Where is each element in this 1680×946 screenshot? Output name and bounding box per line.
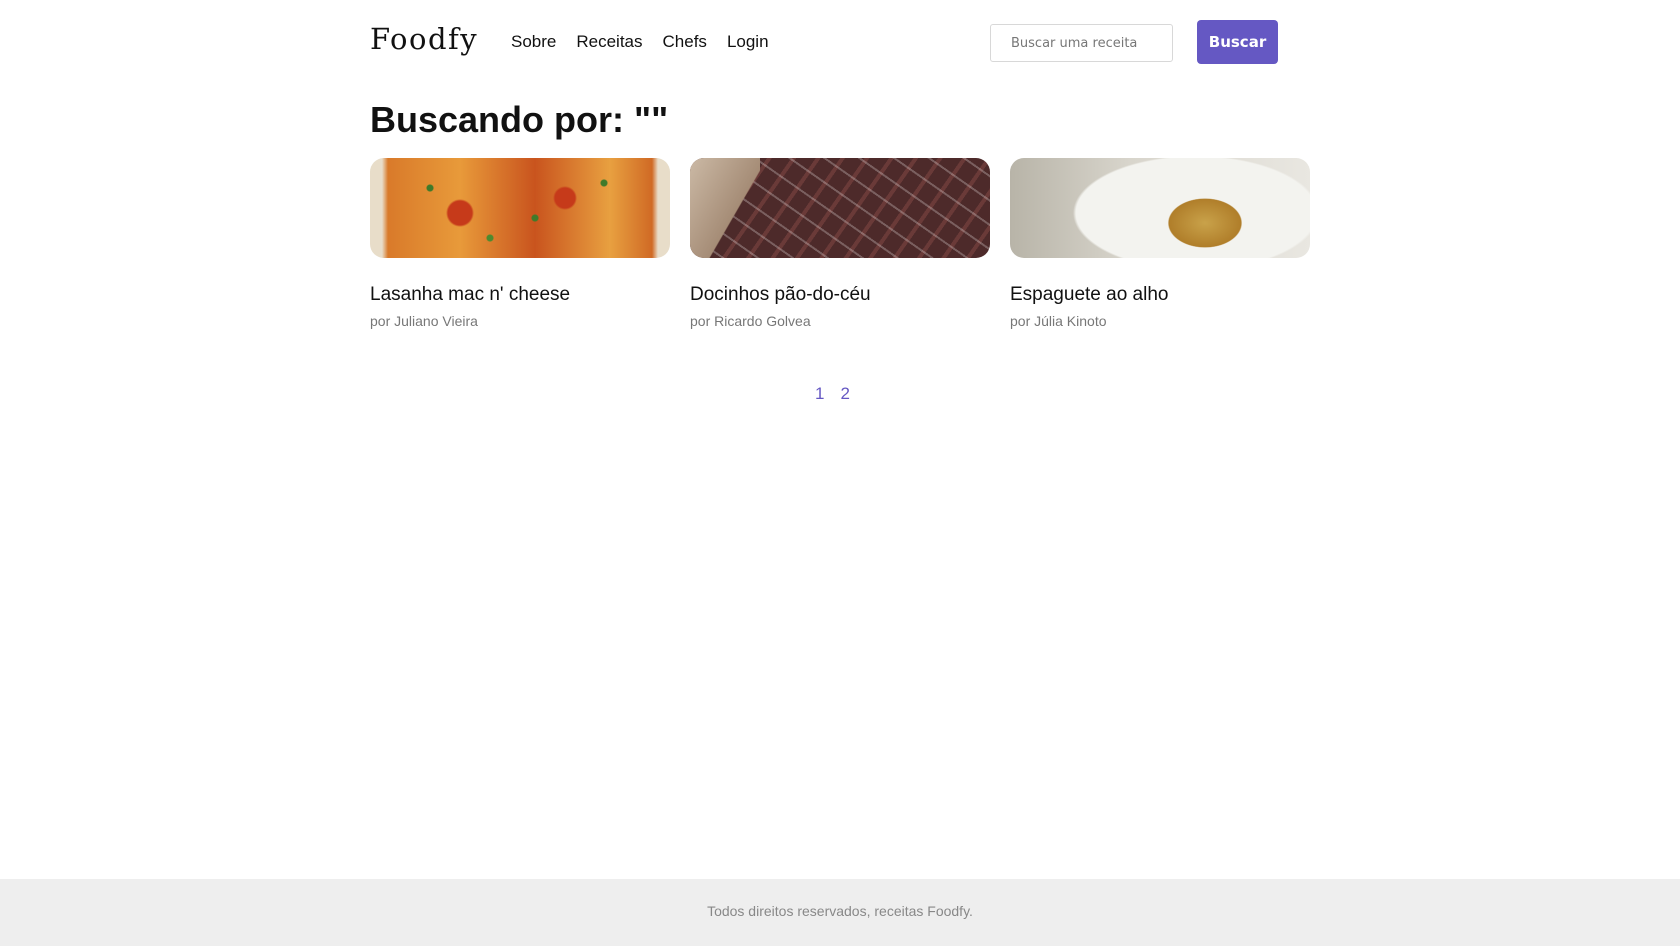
recipe-image[interactable] (1010, 158, 1310, 258)
recipe-card[interactable]: Lasanha mac n' cheese por Juliano Vieira (370, 158, 670, 329)
nav-link-login[interactable]: Login (727, 32, 769, 52)
logo[interactable]: Foodfy (370, 22, 478, 56)
page-link-1[interactable]: 1 (815, 384, 824, 404)
pagination: 1 2 (815, 384, 850, 404)
footer-text: Todos direitos reservados, receitas Food… (707, 903, 973, 919)
recipe-author: por Ricardo Golvea (690, 313, 811, 329)
recipe-card[interactable]: Espaguete ao alho por Júlia Kinoto (1010, 158, 1310, 329)
page-title: Buscando por: "" (370, 99, 669, 140)
recipe-title[interactable]: Espaguete ao alho (1010, 284, 1310, 306)
recipe-title[interactable]: Docinhos pão-do-céu (690, 284, 990, 306)
recipe-grid: Lasanha mac n' cheese por Juliano Vieira… (370, 158, 1310, 329)
recipe-image[interactable] (370, 158, 670, 258)
nav-link-sobre[interactable]: Sobre (511, 32, 556, 52)
recipe-author: por Juliano Vieira (370, 313, 478, 329)
recipe-card[interactable]: Docinhos pão-do-céu por Ricardo Golvea (690, 158, 990, 329)
nav-link-receitas[interactable]: Receitas (576, 32, 642, 52)
search-button[interactable]: Buscar (1197, 20, 1278, 64)
recipe-title[interactable]: Lasanha mac n' cheese (370, 284, 670, 306)
search-input[interactable] (990, 24, 1173, 62)
recipe-author: por Júlia Kinoto (1010, 313, 1107, 329)
site-footer: Todos direitos reservados, receitas Food… (0, 879, 1680, 946)
site-header: Foodfy Sobre Receitas Chefs Login Buscar (0, 0, 1680, 90)
main-nav: Sobre Receitas Chefs Login (511, 32, 769, 52)
nav-link-chefs[interactable]: Chefs (663, 32, 707, 52)
page-link-2[interactable]: 2 (840, 384, 849, 404)
recipe-image[interactable] (690, 158, 990, 258)
